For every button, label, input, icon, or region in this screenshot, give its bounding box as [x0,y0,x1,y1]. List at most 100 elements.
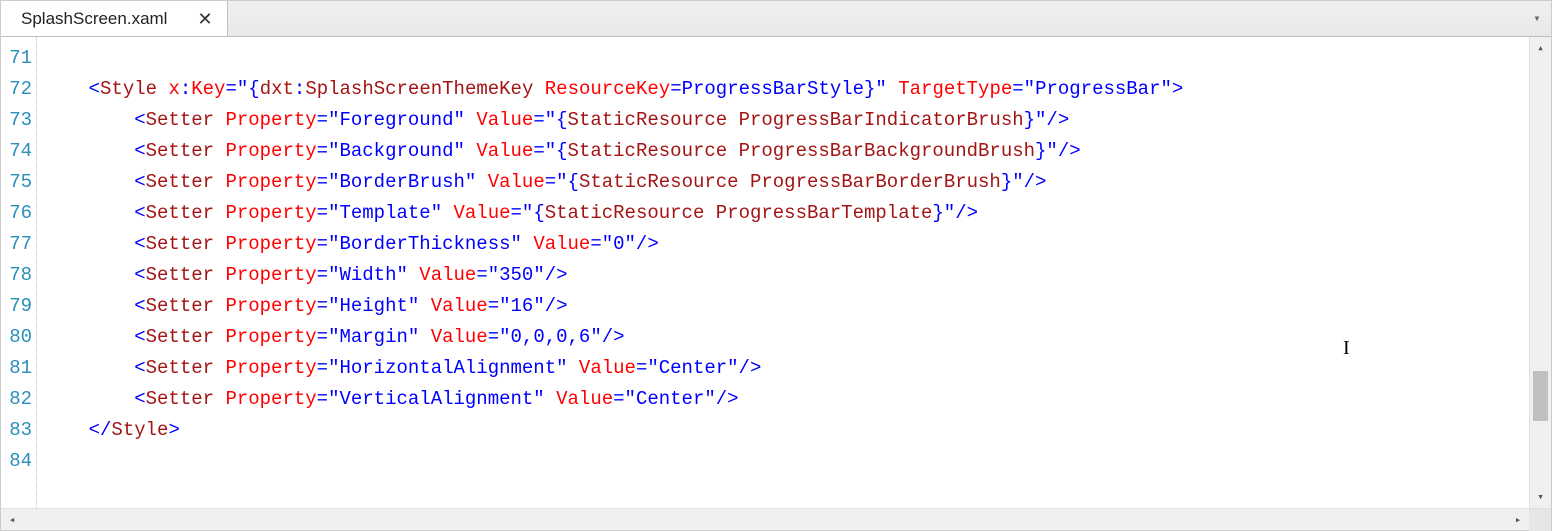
code-line[interactable]: <Setter Property="BorderThickness" Value… [43,229,1529,260]
code-token: < [134,357,145,379]
code-token: Setter [146,264,214,286]
code-token: Key [191,78,225,100]
code-token [568,357,579,379]
code-line[interactable]: <Setter Property="Foreground" Value="{St… [43,105,1529,136]
code-token: < [89,78,100,100]
code-token: }"/> [1035,140,1081,162]
code-token: ="0,0,0,6"/> [488,326,625,348]
code-token [214,140,225,162]
code-token: ="Margin" [317,326,420,348]
scrollbar-corner [1529,509,1551,531]
code-token: ="ProgressBar"> [1012,78,1183,100]
code-line[interactable]: <Setter Property="BorderBrush" Value="{S… [43,167,1529,198]
code-token: < [134,140,145,162]
code-token: Setter [146,233,214,255]
code-token: }"/> [1024,109,1070,131]
code-line[interactable]: <Setter Property="Template" Value="{Stat… [43,198,1529,229]
vertical-scroll-thumb[interactable] [1533,371,1548,421]
code-token: Setter [146,140,214,162]
code-token: StaticResource ProgressBarIndicatorBrush [568,109,1024,131]
code-token: Property [225,326,316,348]
code-token: = [670,78,681,100]
code-token: Value [488,171,545,193]
code-token [214,357,225,379]
code-token: ="Background" [317,140,465,162]
code-token: ="{ [511,202,545,224]
line-number: 80 [1,322,32,353]
code-token [214,233,225,255]
editor: 7172737475767778798081828384 <Style x:Ke… [1,37,1551,508]
code-token [214,171,225,193]
code-line[interactable]: <Setter Property="Margin" Value="0,0,0,6… [43,322,1529,353]
code-token: Property [225,202,316,224]
code-token: StaticResource ProgressBarTemplate [545,202,933,224]
code-token: ="16"/> [488,295,568,317]
scroll-down-icon[interactable]: ▾ [1530,486,1552,508]
line-number: 78 [1,260,32,291]
code-token: StaticResource ProgressBarBorderBrush [579,171,1001,193]
scroll-up-icon[interactable]: ▴ [1530,37,1552,59]
code-token: TargetType [898,78,1012,100]
code-token: Property [225,388,316,410]
code-token [887,78,898,100]
vertical-scrollbar[interactable]: ▴ ▾ [1529,37,1551,508]
code-token: Property [225,171,316,193]
code-line[interactable]: <Setter Property="Width" Value="350"/> [43,260,1529,291]
tab-active[interactable]: SplashScreen.xaml ✕ [1,1,228,36]
code-token: ProgressBarStyle}" [682,78,887,100]
code-token: ="0"/> [590,233,658,255]
code-line[interactable]: <Style x:Key="{dxt:SplashScreenThemeKey … [43,74,1529,105]
code-token: ="{ [533,140,567,162]
code-line[interactable]: <Setter Property="Background" Value="{St… [43,136,1529,167]
code-token: Setter [146,326,214,348]
code-token: Property [225,357,316,379]
scroll-left-icon[interactable]: ◂ [1,509,23,531]
code-token: Property [225,233,316,255]
code-line[interactable]: </Style> [43,415,1529,446]
tab-dropdown-icon[interactable]: ▾ [1523,1,1551,36]
code-line[interactable]: <Setter Property="VerticalAlignment" Val… [43,384,1529,415]
code-token: < [134,295,145,317]
line-number: 79 [1,291,32,322]
code-token: ="{ [533,109,567,131]
code-token: < [134,171,145,193]
code-token: ="{ [545,171,579,193]
text-caret-icon: I [1343,337,1350,360]
code-token: Value [431,295,488,317]
tab-bar: SplashScreen.xaml ✕ ▾ [1,1,1551,37]
code-token [522,233,533,255]
code-area[interactable]: <Style x:Key="{dxt:SplashScreenThemeKey … [37,37,1529,508]
code-line[interactable]: <Setter Property="Height" Value="16"/> [43,291,1529,322]
code-line[interactable] [43,43,1529,74]
line-number: 77 [1,229,32,260]
line-number: 71 [1,43,32,74]
code-token: Value [476,109,533,131]
code-token [214,264,225,286]
code-token: ="BorderThickness" [317,233,522,255]
close-icon[interactable]: ✕ [197,10,212,28]
code-token [157,78,168,100]
code-token: < [134,388,145,410]
code-token [214,388,225,410]
code-token: </ [89,419,112,441]
code-token: Setter [146,357,214,379]
code-line[interactable] [43,446,1529,477]
code-token: ="HorizontalAlignment" [317,357,568,379]
vertical-scroll-track[interactable] [1530,59,1551,486]
code-token: Setter [146,295,214,317]
code-token: }"/> [932,202,978,224]
code-token [408,264,419,286]
line-number: 73 [1,105,32,136]
code-token: < [134,202,145,224]
horizontal-scrollbar[interactable]: ◂ ▸ [1,508,1551,530]
code-token [214,295,225,317]
line-number: 82 [1,384,32,415]
code-token [214,202,225,224]
code-token: Style [100,78,157,100]
scroll-right-icon[interactable]: ▸ [1507,509,1529,531]
code-token: ="VerticalAlignment" [317,388,545,410]
line-number: 74 [1,136,32,167]
code-token: Value [419,264,476,286]
code-line[interactable]: <Setter Property="HorizontalAlignment" V… [43,353,1529,384]
code-token: Value [533,233,590,255]
